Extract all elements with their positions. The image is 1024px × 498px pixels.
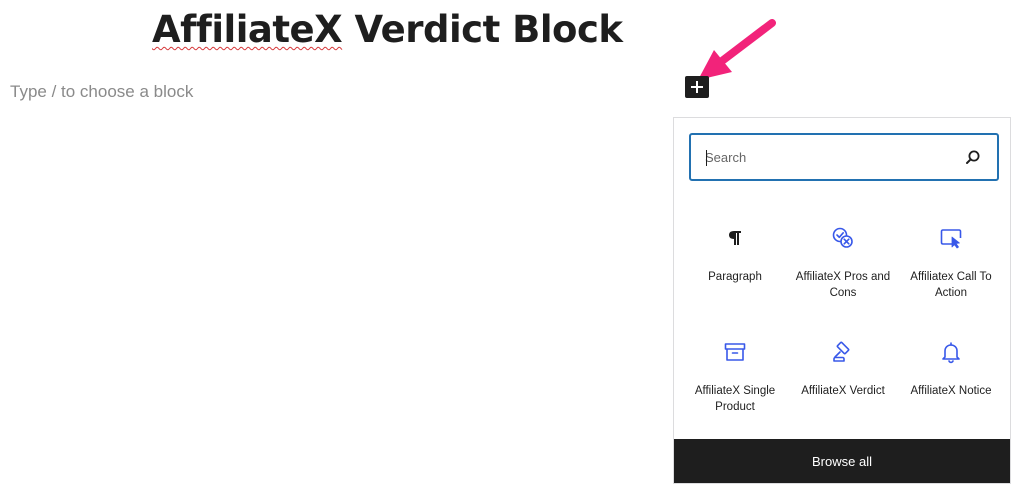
block-item-label: Affiliatex Call To Action xyxy=(910,271,992,299)
block-inserter-popover: Paragraph AffiliateX Pros and Cons xyxy=(673,117,1011,484)
paragraph-icon xyxy=(723,226,747,250)
post-title-brand: AffiliateX xyxy=(152,8,343,51)
block-item-paragraph[interactable]: Paragraph xyxy=(680,208,790,318)
block-item-pros-cons[interactable]: AffiliateX Pros and Cons xyxy=(788,208,898,318)
block-inserter-toggle-button[interactable] xyxy=(685,76,709,98)
block-item-verdict[interactable]: AffiliateX Verdict xyxy=(788,322,898,432)
block-placeholder[interactable]: Type / to choose a block xyxy=(10,82,193,102)
search-icon[interactable] xyxy=(965,149,981,165)
text-cursor xyxy=(706,150,707,166)
block-item-label: AffiliateX Verdict xyxy=(801,385,885,397)
block-item-single-product[interactable]: AffiliateX Single Product xyxy=(680,322,790,432)
call-to-action-icon xyxy=(939,226,963,250)
block-item-label: Paragraph xyxy=(708,271,762,283)
single-product-icon xyxy=(723,340,747,364)
block-search-input[interactable] xyxy=(705,147,945,167)
verdict-gavel-icon xyxy=(831,340,855,364)
post-title[interactable]: AffiliateX Verdict Block xyxy=(152,8,623,51)
block-search-box[interactable] xyxy=(689,133,999,181)
block-item-label: AffiliateX Single Product xyxy=(694,385,776,413)
block-item-call-to-action[interactable]: Affiliatex Call To Action xyxy=(896,208,1006,318)
notice-bell-icon xyxy=(939,340,963,364)
block-item-label: AffiliateX Notice xyxy=(910,385,992,397)
block-item-label: AffiliateX Pros and Cons xyxy=(795,271,891,299)
plus-icon xyxy=(691,81,703,93)
browse-all-button[interactable]: Browse all xyxy=(674,439,1010,483)
block-item-notice[interactable]: AffiliateX Notice xyxy=(896,322,1006,432)
post-title-rest: Verdict Block xyxy=(342,8,623,51)
pros-cons-icon xyxy=(831,226,855,250)
